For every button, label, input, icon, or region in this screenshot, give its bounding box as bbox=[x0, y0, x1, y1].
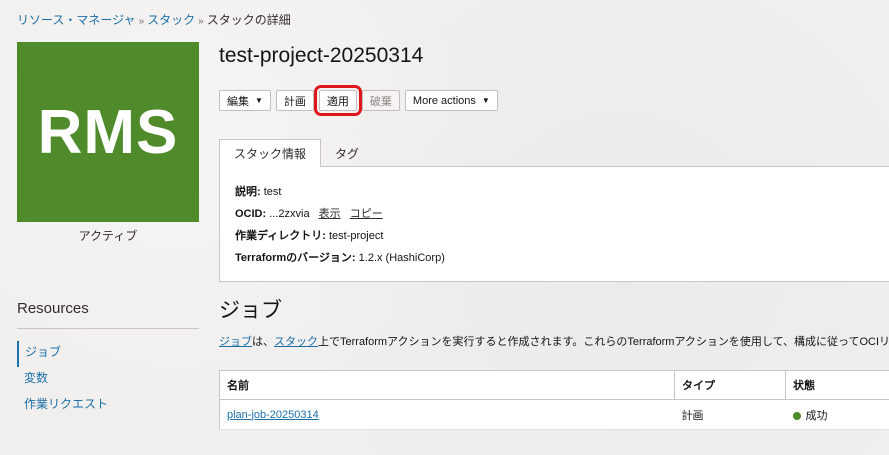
job-type-cell: 計画 bbox=[674, 399, 786, 430]
workdir-label: 作業ディレクトリ: bbox=[235, 230, 326, 242]
success-status-icon bbox=[792, 411, 801, 420]
column-header-type[interactable]: タイプ bbox=[674, 370, 786, 400]
stack-logo-text: RMS bbox=[37, 97, 179, 167]
column-header-name[interactable]: 名前 bbox=[219, 370, 675, 400]
column-header-status[interactable]: 状態 bbox=[785, 370, 889, 400]
table-header-row: 名前 タイプ 状態 bbox=[219, 370, 889, 400]
tab-tags[interactable]: タグ bbox=[321, 139, 373, 167]
description-label: 説明: bbox=[235, 186, 261, 198]
action-toolbar: 編集 ▼ 計画 適用 破棄 More actions ▼ bbox=[219, 85, 498, 116]
jobs-doc-link[interactable]: ジョブ bbox=[219, 336, 252, 348]
destroy-button[interactable]: 破棄 bbox=[361, 90, 400, 111]
breadcrumb-stacks[interactable]: スタック bbox=[147, 13, 195, 27]
terraform-version-row: Terraformのバージョン: 1.2.x (HashiCorp) bbox=[235, 251, 445, 273]
workdir-value: test-project bbox=[328, 230, 384, 242]
jobs-description: ジョブは、スタック上でTerraformアクションを実行すると作成されます。これ… bbox=[219, 333, 889, 349]
job-status-cell: 成功 bbox=[785, 399, 889, 430]
terraform-version-label: Terraformのバージョン: bbox=[235, 252, 356, 264]
ocid-value: ...2zxvia bbox=[269, 208, 310, 220]
ocid-label: OCID: bbox=[235, 208, 267, 220]
apply-button[interactable]: 適用 bbox=[313, 85, 362, 116]
breadcrumb-resource-manager[interactable]: リソース・マネージャ bbox=[17, 13, 136, 27]
table-row: plan-job-20250314 計画 成功 bbox=[219, 399, 889, 430]
breadcrumb-separator: » bbox=[198, 16, 204, 27]
plan-button[interactable]: 計画 bbox=[275, 90, 314, 111]
chevron-down-icon: ▼ bbox=[255, 96, 263, 105]
job-status-text: 成功 bbox=[805, 409, 828, 422]
resources-item-variables[interactable]: 変数 bbox=[17, 367, 199, 393]
edit-button-label: 編集 bbox=[227, 95, 249, 108]
ocid-copy-link[interactable]: コピー bbox=[350, 208, 383, 220]
jobs-table: 名前 タイプ 状態 plan-job-20250314 計画 成功 bbox=[219, 370, 889, 430]
jobs-desc-text-1: は、 bbox=[252, 336, 274, 348]
resources-item-jobs[interactable]: ジョブ bbox=[17, 341, 199, 367]
resources-divider bbox=[17, 328, 199, 329]
resources-item-work-requests[interactable]: 作業リクエスト bbox=[17, 393, 199, 419]
breadcrumb: リソース・マネージャ» スタック» スタックの詳細 bbox=[17, 11, 291, 28]
more-actions-label: More actions bbox=[412, 94, 476, 107]
description-value: test bbox=[263, 186, 282, 198]
ocid-row: OCID: ...2zxvia 表示 コピー bbox=[235, 207, 445, 229]
edit-button[interactable]: 編集 ▼ bbox=[219, 90, 271, 111]
stack-logo: RMS bbox=[17, 42, 199, 222]
breadcrumb-separator: » bbox=[138, 16, 145, 27]
jobs-desc-text-2: 上でTerraformアクションを実行すると作成されます。これらのTerrafo… bbox=[318, 336, 889, 348]
job-name-link[interactable]: plan-job-20250314 bbox=[227, 409, 319, 421]
page-title: test-project-20250314 bbox=[219, 44, 424, 67]
more-actions-button[interactable]: More actions ▼ bbox=[404, 90, 498, 111]
workdir-row: 作業ディレクトリ: test-project bbox=[235, 229, 445, 251]
job-name-cell: plan-job-20250314 bbox=[219, 399, 675, 430]
detail-tabs: スタック情報 タグ bbox=[219, 139, 373, 167]
stack-doc-link[interactable]: スタック bbox=[274, 336, 318, 348]
terraform-version-value: 1.2.x (HashiCorp) bbox=[358, 252, 445, 264]
jobs-section-title: ジョブ bbox=[219, 299, 282, 322]
tab-stack-info[interactable]: スタック情報 bbox=[219, 139, 322, 167]
stack-status: アクティブ bbox=[78, 229, 138, 243]
resources-title: Resources bbox=[17, 300, 89, 317]
description-row: 説明: test bbox=[235, 185, 445, 207]
stack-info-panel: 説明: test OCID: ...2zxvia 表示 コピー 作業ディレクトリ… bbox=[219, 166, 889, 282]
breadcrumb-current: スタックの詳細 bbox=[206, 13, 291, 27]
ocid-show-link[interactable]: 表示 bbox=[319, 208, 341, 220]
chevron-down-icon: ▼ bbox=[481, 96, 490, 105]
resources-nav: ジョブ 変数 作業リクエスト bbox=[17, 341, 199, 419]
